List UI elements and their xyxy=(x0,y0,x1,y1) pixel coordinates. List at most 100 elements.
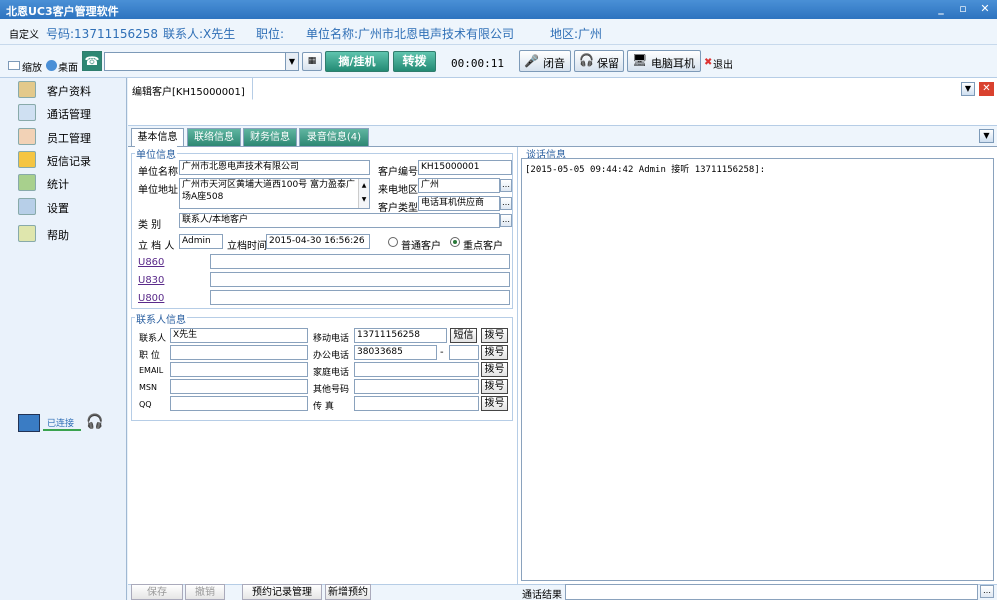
mute-icon: 🎤 xyxy=(524,54,539,68)
hold-button[interactable]: 🎧 保留 xyxy=(574,50,624,72)
maximize-icon[interactable]: ▫ xyxy=(955,2,971,16)
position-info: 职位: xyxy=(256,27,285,41)
appointment-records-button[interactable]: 预约记录管理 xyxy=(242,584,322,600)
desktop-icon[interactable] xyxy=(46,60,57,71)
extension-dash: - xyxy=(440,347,444,358)
close-tab-icon[interactable]: ✕ xyxy=(979,82,994,96)
tab-finance-info[interactable]: 财务信息 xyxy=(243,128,297,146)
info-bar: 自定义 号码:13711156258 联系人:X先生 职位: 单位名称:广州市北… xyxy=(0,19,997,45)
chevron-down-icon[interactable]: ▼ xyxy=(285,53,298,70)
keypad-button[interactable]: ▦ xyxy=(302,52,322,71)
exit-label[interactable]: 退出 xyxy=(713,56,733,71)
dial-input[interactable]: ▼ xyxy=(104,52,299,71)
envelope-icon xyxy=(18,151,36,168)
created-time-field[interactable]: 2015-04-30 16:56:26 xyxy=(266,234,370,249)
qq-field[interactable] xyxy=(170,396,308,411)
company-name-field[interactable]: 广州市北恩电声技术有限公司 xyxy=(179,160,370,175)
call-timer: 00:00:11 xyxy=(451,57,504,70)
custom-label[interactable]: 自定义 xyxy=(9,26,39,41)
shrink-label[interactable]: 缩放 xyxy=(22,59,42,74)
home-phone-field[interactable] xyxy=(354,362,479,377)
exit-icon[interactable]: ✖ xyxy=(704,57,712,68)
pc-headset-button[interactable]: 🖥 电脑耳机 xyxy=(627,50,701,72)
settings-icon xyxy=(18,198,36,215)
call-icon xyxy=(18,104,36,121)
mute-button[interactable]: 🎤 闭音 xyxy=(519,50,571,72)
contact-card-icon xyxy=(18,81,36,98)
customer-type-picker-button[interactable]: … xyxy=(500,197,512,210)
sidebar-item-staff[interactable]: 员工管理 xyxy=(0,126,126,148)
close-icon[interactable]: ✕ xyxy=(977,2,993,16)
other-number-label: 其他号码 xyxy=(313,385,350,395)
normal-customer-radio[interactable] xyxy=(388,237,398,247)
window-title: 北恩UC3客户管理软件 xyxy=(6,5,119,18)
sidebar-item-sms[interactable]: 短信记录 xyxy=(0,149,126,171)
dial-fax-button[interactable]: 拨号 xyxy=(481,396,508,411)
chevron-down-icon[interactable]: ▼ xyxy=(979,129,994,143)
new-appointment-button[interactable]: 新增预约 xyxy=(325,584,371,600)
dial-mobile-button[interactable]: 拨号 xyxy=(481,328,508,343)
scroll-arrows-icon[interactable]: ▲ ▼ xyxy=(358,179,369,208)
fax-field[interactable] xyxy=(354,396,479,411)
sidebar-item-calls[interactable]: 通话管理 xyxy=(0,102,126,124)
save-button[interactable]: 保存 xyxy=(131,584,183,600)
link-u830[interactable]: U830 xyxy=(138,275,164,286)
customer-number-field[interactable]: KH15000001 xyxy=(418,160,512,175)
call-result-label: 通话结果 xyxy=(522,590,562,600)
sidebar-item-stats[interactable]: 统计 xyxy=(0,172,126,194)
key-customer-radio[interactable] xyxy=(450,237,460,247)
position-field[interactable] xyxy=(170,345,308,360)
category-label: 类 别 xyxy=(138,220,162,231)
call-result-picker-button[interactable]: … xyxy=(980,585,994,598)
tab-contact-info[interactable]: 联络信息 xyxy=(187,128,241,146)
extension-field[interactable] xyxy=(449,345,479,360)
minimize-icon[interactable]: _ xyxy=(933,2,949,16)
tab-edit-customer[interactable]: 编辑客户[KH15000001] xyxy=(128,78,253,100)
category-picker-button[interactable]: … xyxy=(500,214,512,227)
msn-label: MSN xyxy=(139,383,157,392)
link-u860[interactable]: U860 xyxy=(138,257,164,268)
talk-log[interactable]: [2015-05-05 09:44:42 Admin 接听 1371115625… xyxy=(521,158,994,581)
call-result-field[interactable] xyxy=(565,584,978,600)
shrink-icon[interactable] xyxy=(8,61,20,70)
company-info: 单位名称:广州市北恩电声技术有限公司 xyxy=(306,27,515,41)
u860-field[interactable] xyxy=(210,254,510,269)
email-label: EMAIL xyxy=(139,366,164,375)
email-field[interactable] xyxy=(170,362,308,377)
qq-label: QQ xyxy=(139,400,152,409)
desktop-label[interactable]: 桌面 xyxy=(58,59,78,74)
phone-icon: ☎ xyxy=(82,51,102,71)
normal-customer-label: 普通客户 xyxy=(401,241,441,252)
link-u800[interactable]: U800 xyxy=(138,293,164,304)
chevron-down-icon[interactable]: ▼ xyxy=(961,82,975,96)
call-area-picker-button[interactable]: … xyxy=(500,179,512,192)
u800-field[interactable] xyxy=(210,290,510,305)
other-number-field[interactable] xyxy=(354,379,479,394)
sms-button[interactable]: 短信 xyxy=(450,328,477,343)
connection-line xyxy=(43,429,81,431)
u830-field[interactable] xyxy=(210,272,510,287)
tab-recordings[interactable]: 录音信息(4) xyxy=(299,128,369,146)
sidebar-item-customers[interactable]: 客户资料 xyxy=(0,79,126,101)
dial-office-button[interactable]: 拨号 xyxy=(481,345,508,360)
sidebar-item-settings[interactable]: 设置 xyxy=(0,196,126,218)
tab-basic-info[interactable]: 基本信息 xyxy=(131,128,184,146)
category-field[interactable]: 联系人/本地客户 xyxy=(179,213,500,228)
address-field[interactable]: 广州市天河区黄埔大道西100号 富力盈泰广场A座508 xyxy=(179,178,370,209)
pickup-hangup-button[interactable]: 摘/挂机 xyxy=(325,51,389,72)
creator-label: 立 档 人 xyxy=(138,241,175,252)
dial-other-button[interactable]: 拨号 xyxy=(481,379,508,394)
cancel-button[interactable]: 撤销 xyxy=(185,584,225,600)
contact-name-field[interactable]: X先生 xyxy=(170,328,308,343)
transfer-button[interactable]: 转拨 xyxy=(393,51,436,72)
customer-type-field[interactable]: 电话耳机供应商 xyxy=(418,196,500,211)
mobile-label: 移动电话 xyxy=(313,334,350,344)
creator-field[interactable]: Admin xyxy=(179,234,223,249)
office-phone-field[interactable]: 38033685 xyxy=(354,345,437,360)
msn-field[interactable] xyxy=(170,379,308,394)
sidebar-item-help[interactable]: 帮助 xyxy=(0,223,126,245)
dial-home-button[interactable]: 拨号 xyxy=(481,362,508,377)
call-area-field[interactable]: 广州 xyxy=(418,178,500,193)
company-name-label: 单位名称 xyxy=(138,167,178,178)
mobile-field[interactable]: 13711156258 xyxy=(354,328,447,343)
